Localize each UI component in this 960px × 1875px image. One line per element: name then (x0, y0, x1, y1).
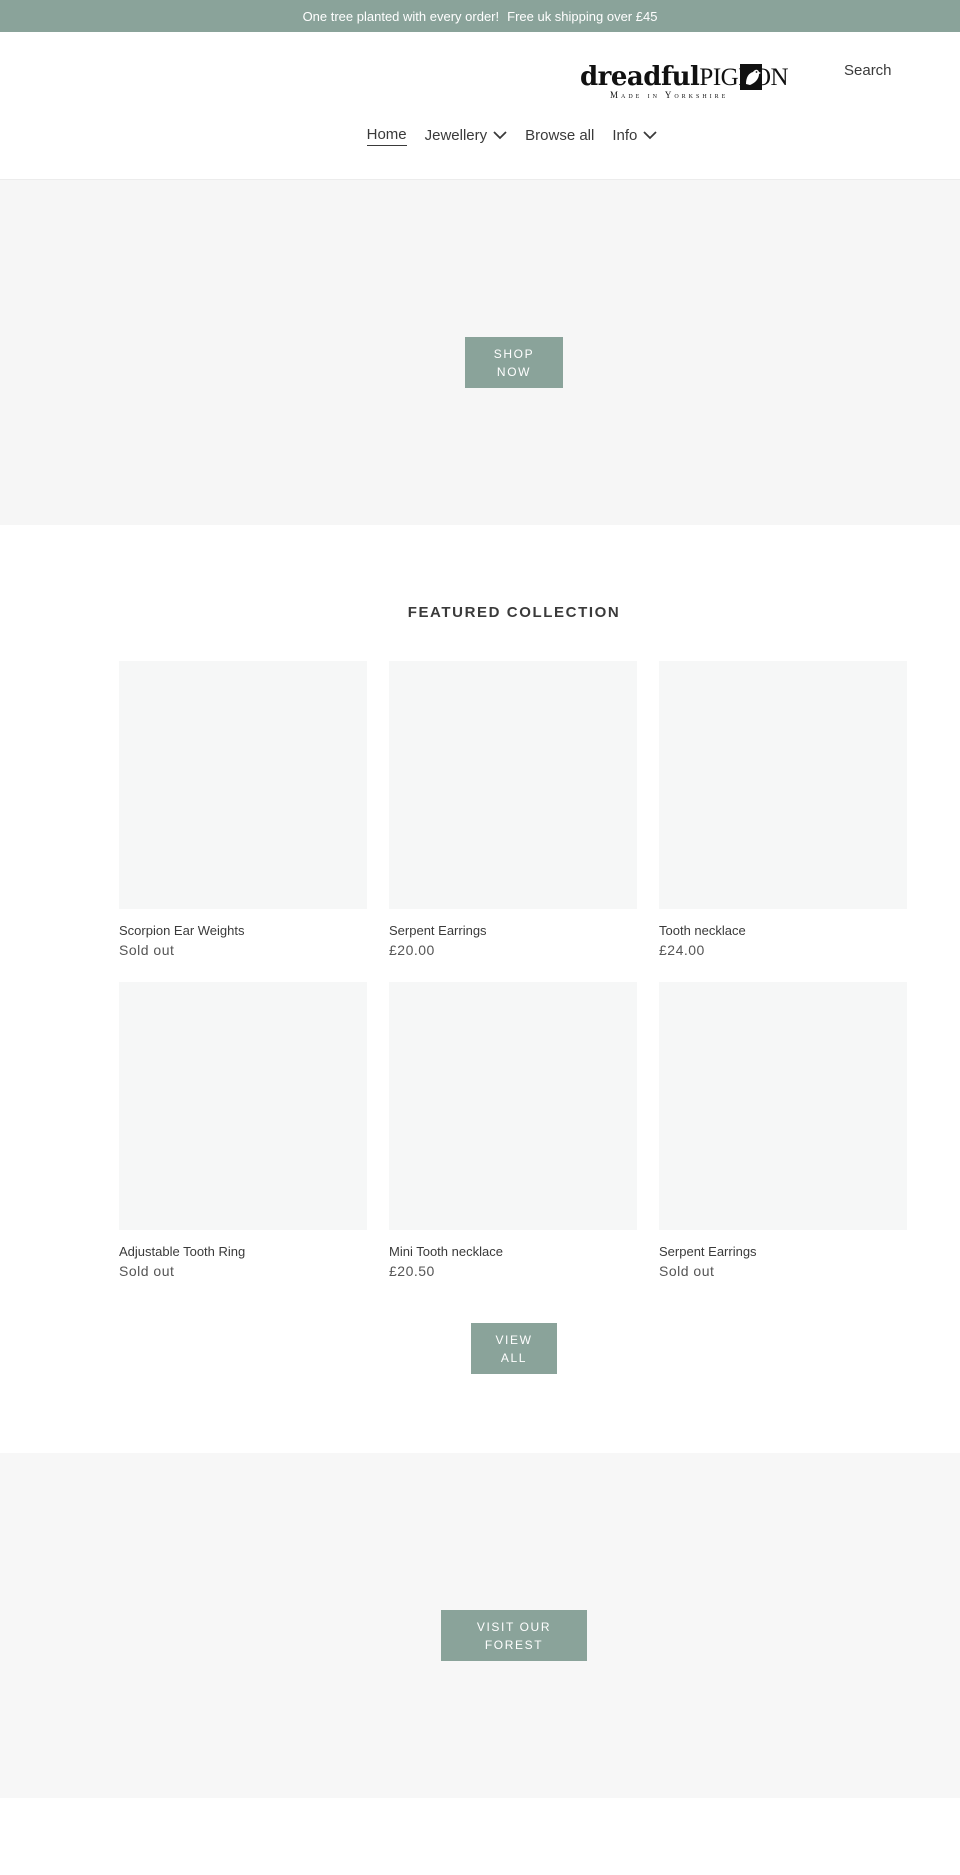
nav-item-label: Home (366, 126, 407, 143)
product-image[interactable] (389, 982, 637, 1230)
main-nav: Home Jewellery Browse all Info (0, 126, 960, 146)
product-price: £20.50 (389, 1263, 435, 1279)
product-card[interactable]: Serpent Earrings Sold out (659, 982, 907, 1279)
chevron-down-icon (643, 131, 658, 140)
search-link[interactable]: Search (844, 62, 892, 79)
view-all-button[interactable]: View All (471, 1323, 557, 1374)
site-header: dreadfulPIGEON Made in Yorkshire Search … (0, 32, 960, 180)
chevron-down-icon (493, 131, 507, 140)
product-title[interactable]: Tooth necklace (659, 923, 907, 938)
product-image[interactable] (119, 661, 367, 909)
nav-item-browse-all[interactable]: Browse all (525, 126, 594, 146)
logo-word-dreadful: dreadful (580, 62, 700, 92)
product-grid: Scorpion Ear Weights Sold out Serpent Ea… (119, 661, 909, 1279)
announcement-text-trees: One tree planted with every order! (302, 8, 500, 24)
product-price: Sold out (119, 942, 175, 958)
product-card[interactable]: Scorpion Ear Weights Sold out (119, 661, 367, 958)
product-title[interactable]: Adjustable Tooth Ring (119, 1244, 367, 1259)
product-price: £24.00 (659, 942, 705, 958)
product-title[interactable]: Scorpion Ear Weights (119, 923, 367, 938)
product-title[interactable]: Serpent Earrings (659, 1244, 907, 1259)
pigeon-icon (740, 64, 762, 90)
featured-collection-title: FEATURED COLLECTION (407, 604, 621, 621)
logo-tagline: Made in Yorkshire (610, 90, 729, 100)
forest-banner: Visit our forest (0, 1453, 960, 1798)
site-logo[interactable]: dreadfulPIGEON Made in Yorkshire (580, 62, 789, 102)
product-card[interactable]: Tooth necklace £24.00 (659, 661, 907, 958)
product-image[interactable] (119, 982, 367, 1230)
product-card[interactable]: Mini Tooth necklace £20.50 (389, 982, 637, 1279)
nav-item-label: Browse all (525, 126, 595, 144)
hero-banner: Shop Now (0, 180, 960, 525)
product-title[interactable]: Mini Tooth necklace (389, 1244, 637, 1259)
nav-item-label: Jewellery (424, 126, 488, 144)
nav-item-home[interactable]: Home (366, 126, 407, 146)
announcement-bar: One tree planted with every order! Free … (0, 0, 960, 32)
nav-item-label: Info (612, 126, 638, 144)
product-card[interactable]: Serpent Earrings £20.00 (389, 661, 637, 958)
product-image[interactable] (389, 661, 637, 909)
shop-now-button[interactable]: Shop Now (465, 337, 563, 388)
nav-item-info[interactable]: Info (612, 126, 658, 146)
announcement-text-shipping: Free uk shipping over £45 (507, 8, 658, 24)
product-price: £20.00 (389, 942, 435, 958)
product-price: Sold out (659, 1263, 715, 1279)
product-image[interactable] (659, 982, 907, 1230)
visit-forest-button[interactable]: Visit our forest (441, 1610, 587, 1661)
product-image[interactable] (659, 661, 907, 909)
product-card[interactable]: Adjustable Tooth Ring Sold out (119, 982, 367, 1279)
nav-item-jewellery[interactable]: Jewellery (425, 126, 508, 146)
product-price: Sold out (119, 1263, 175, 1279)
product-title[interactable]: Serpent Earrings (389, 923, 637, 938)
